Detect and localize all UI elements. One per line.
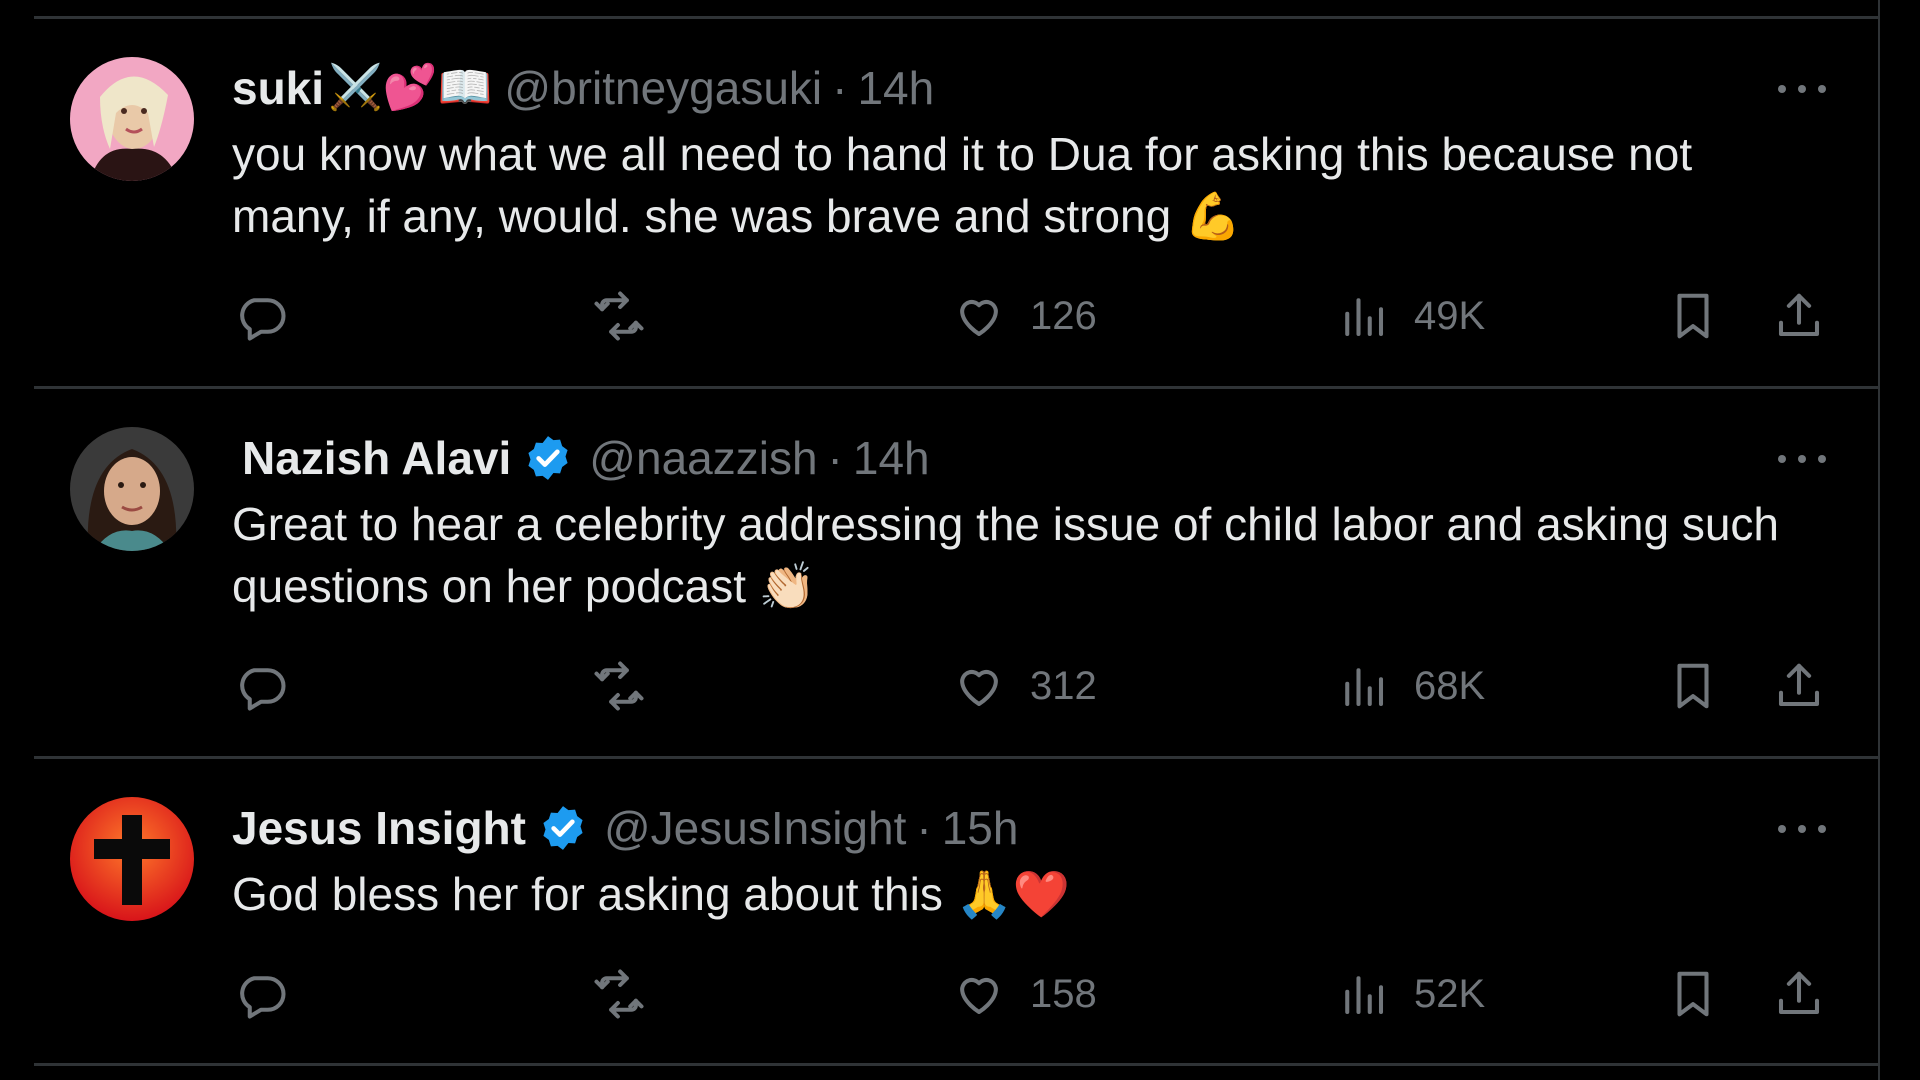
tweet-text-emoji: 👏🏻 — [758, 559, 817, 613]
handle[interactable]: @naazzish — [589, 430, 817, 486]
like-icon — [960, 299, 998, 337]
avatar[interactable] — [70, 797, 194, 921]
like-icon — [960, 977, 998, 1015]
bookmark-button[interactable] — [1666, 967, 1720, 1021]
bookmark-button[interactable] — [1666, 289, 1720, 343]
more-icon[interactable] — [1778, 819, 1826, 839]
tweet[interactable]: Jesus Insight @JesusInsight · 15h God bl… — [34, 759, 1880, 1066]
like-count: 158 — [1030, 971, 1097, 1016]
retweet-button[interactable] — [592, 289, 646, 343]
share-button[interactable] — [1772, 659, 1826, 713]
like-count: 312 — [1030, 663, 1097, 708]
views-icon — [1345, 668, 1384, 707]
retweet-icon — [594, 969, 644, 1019]
like-button[interactable]: 312 — [952, 659, 1097, 713]
reply-button[interactable] — [234, 659, 288, 713]
tweet[interactable]: Nazish Alavi @naazzish · 14h Great to he… — [34, 389, 1880, 759]
avatar-image — [70, 427, 194, 551]
like-button[interactable]: 158 — [952, 967, 1097, 1021]
tweet-header: Nazish Alavi @naazzish · 14h — [232, 430, 930, 486]
tweet-text: you know what we all need to hand it to … — [232, 123, 1802, 247]
avatar-image — [70, 57, 194, 181]
handle[interactable]: @JesusInsight — [604, 800, 906, 856]
reply-icon — [240, 976, 286, 1019]
tweet-text: God bless her for asking about this 🙏❤️ — [232, 863, 1802, 925]
share-icon — [1778, 293, 1820, 337]
retweet-icon — [594, 661, 644, 711]
share-button[interactable] — [1772, 967, 1826, 1021]
share-button[interactable] — [1772, 289, 1826, 343]
views-icon — [1345, 298, 1384, 337]
tweet-text-body: Great to hear a celebrity addressing the… — [232, 498, 1779, 612]
like-icon — [960, 669, 998, 707]
tweet-text-body: you know what we all need to hand it to … — [232, 128, 1693, 242]
more-icon[interactable] — [1778, 449, 1826, 469]
separator: · — [827, 432, 843, 484]
bookmark-icon — [1677, 293, 1709, 339]
bookmark-icon — [1677, 971, 1709, 1017]
reply-button[interactable] — [234, 289, 288, 343]
bookmark-icon — [1677, 663, 1709, 709]
views-icon — [1345, 976, 1384, 1015]
tweet[interactable]: suki ⚔️💕📖 @britneygasuki · 14h you know … — [34, 19, 1880, 389]
views-count: 52K — [1414, 971, 1486, 1016]
timestamp[interactable]: 15h — [942, 800, 1019, 856]
verified-badge-icon — [538, 803, 588, 853]
avatar[interactable] — [70, 57, 194, 181]
tweet-header: suki ⚔️💕📖 @britneygasuki · 14h — [232, 60, 934, 116]
handle[interactable]: @britneygasuki — [504, 60, 822, 116]
separator: · — [832, 62, 848, 114]
views-button[interactable]: 49K — [1336, 289, 1485, 343]
name-emoji: ⚔️💕📖 — [328, 62, 493, 113]
timestamp[interactable]: 14h — [857, 60, 934, 116]
bookmark-button[interactable] — [1666, 659, 1720, 713]
like-count: 126 — [1030, 293, 1097, 338]
views-count: 68K — [1414, 663, 1486, 708]
verified-badge-icon — [523, 433, 573, 483]
views-button[interactable]: 68K — [1336, 659, 1485, 713]
tweet-header: Jesus Insight @JesusInsight · 15h — [232, 800, 1018, 856]
display-name[interactable]: suki — [232, 60, 324, 116]
tweet-text-emoji: 💪 — [1184, 189, 1242, 243]
reply-icon — [240, 668, 286, 711]
tweet-text: Great to hear a celebrity addressing the… — [232, 493, 1802, 617]
views-button[interactable]: 52K — [1336, 967, 1485, 1021]
share-icon — [1778, 971, 1820, 1015]
like-button[interactable]: 126 — [952, 289, 1097, 343]
reply-button[interactable] — [234, 967, 288, 1021]
reply-icon — [240, 298, 286, 341]
timestamp[interactable]: 14h — [853, 430, 930, 486]
timeline-feed: suki ⚔️💕📖 @britneygasuki · 14h you know … — [34, 0, 1880, 1080]
retweet-button[interactable] — [592, 967, 646, 1021]
tweet-text-emoji: 🙏❤️ — [955, 867, 1071, 921]
retweet-button[interactable] — [592, 659, 646, 713]
avatar-image — [70, 797, 194, 921]
avatar[interactable] — [70, 427, 194, 551]
tweet-text-body: God bless her for asking about this — [232, 868, 943, 920]
display-name[interactable]: Nazish Alavi — [242, 430, 511, 486]
more-icon[interactable] — [1778, 79, 1826, 99]
separator: · — [916, 802, 932, 854]
retweet-icon — [594, 291, 644, 341]
display-name[interactable]: Jesus Insight — [232, 800, 526, 856]
views-count: 49K — [1414, 293, 1486, 338]
share-icon — [1778, 663, 1820, 707]
